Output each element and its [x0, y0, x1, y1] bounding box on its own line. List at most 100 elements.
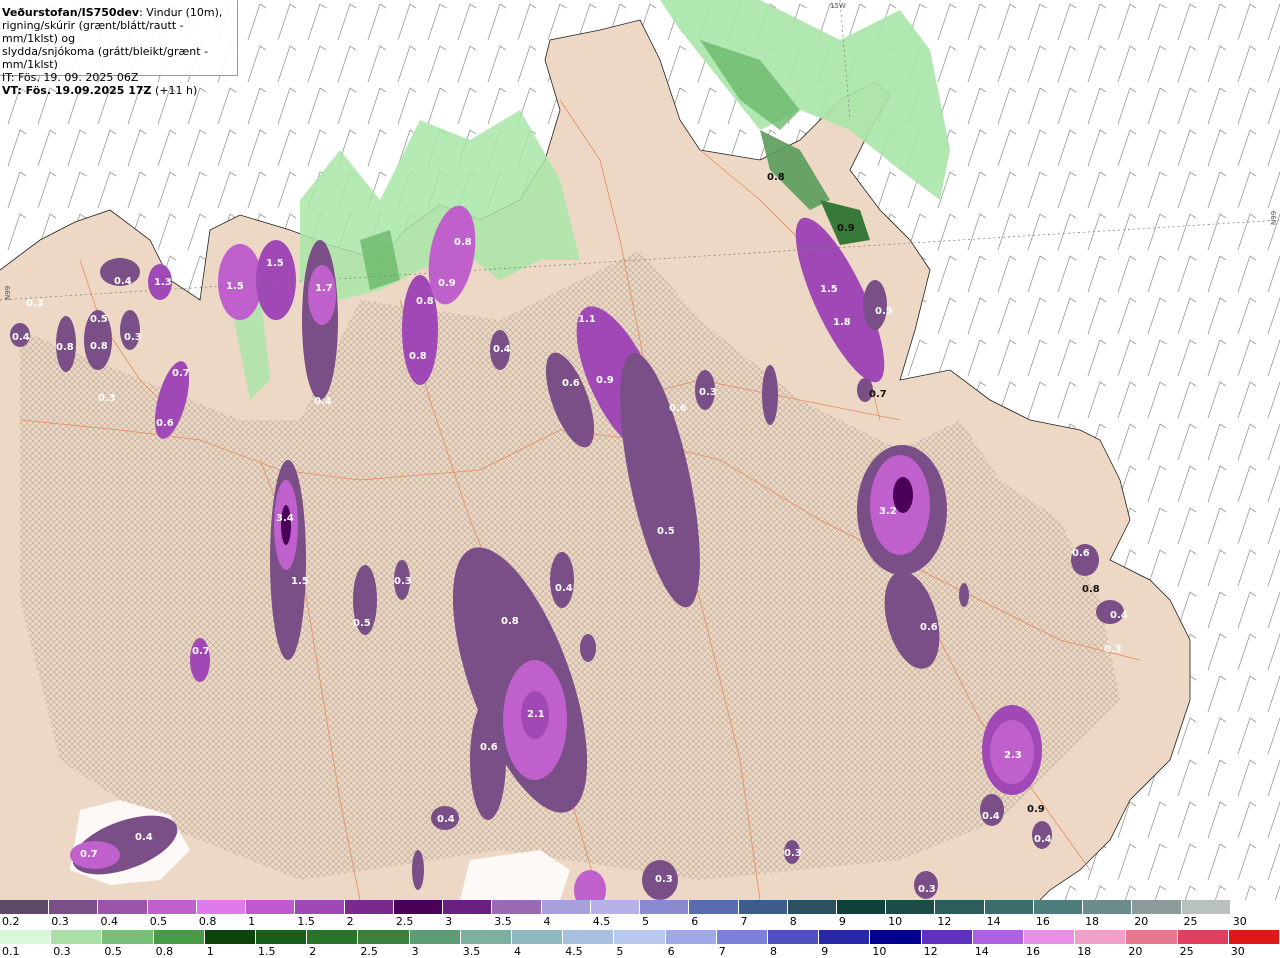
snow-legend-label: 5 [642, 915, 649, 928]
rain-legend-swatch [307, 930, 359, 944]
info-line-1: Veðurstofan/IS750dev: Vindur (10m), [2, 6, 237, 19]
value-label: 0.3 [98, 393, 116, 404]
rain-legend-label: 14 [974, 945, 989, 958]
snow-legend-swatch [689, 900, 739, 914]
rain-legend-swatch [51, 930, 103, 944]
rain-legend-swatch [563, 930, 615, 944]
value-label: 0.5 [353, 618, 371, 629]
snow-legend-label: 14 [986, 915, 1001, 928]
weather-map[interactable]: 15W N99 N99 0.4 1.3 0.5 0.4 0.8 0.3 0.8 … [0, 0, 1280, 900]
rain-legend-label: 1.5 [258, 945, 276, 958]
value-label: 0.8 [416, 296, 434, 307]
rain-legend-swatch [358, 930, 410, 944]
value-label: 0.5 [90, 314, 108, 325]
value-label: 0.6 [480, 742, 498, 753]
value-label: 0.9 [438, 278, 456, 289]
rain-legend-label: 2 [309, 945, 317, 958]
snow-legend-label: 9 [838, 915, 846, 928]
snow-legend-label: 20 [1134, 915, 1149, 928]
value-label: 0.4 [555, 583, 573, 594]
value-label: 0.3 [26, 298, 44, 309]
rain-legend: 0.1 0.3 0.5 0.8 1 1.5 2 2.5 3 3.5 4 4.5 5 6 7 8 9 10 12 14 1… [0, 930, 1280, 958]
rain-legend-swatch [972, 930, 1025, 944]
rain-legend-label: 9 [821, 945, 829, 958]
snow-legend: 0.2 0.3 0.4 0.5 0.8 1 1.5 2 2.5 3 3.5 4 4.5 5 6 7 8 9 10 12… [0, 900, 1280, 928]
value-label: 0.9 [596, 375, 614, 386]
rain-legend-label: 4.5 [565, 945, 583, 958]
rain-legend-label: 3.5 [462, 945, 481, 958]
rain-legend-swatch [102, 930, 154, 944]
init-time: IT: Fös. 19. 09. 2025 06Z [2, 71, 139, 84]
description-3: slydda/snjókoma (grátt/bleikt/grænt - mm… [2, 45, 209, 71]
rain-legend-label: 0.3 [53, 945, 71, 958]
valid-time: VT: Fös. 19.09.2025 17Z [2, 84, 152, 97]
rain-legend-label: 3 [411, 945, 419, 958]
rain-legend-label: 5 [616, 945, 624, 958]
value-label: 0.6 [1072, 548, 1090, 559]
snow-legend-label: 3.5 [494, 915, 512, 928]
value-label: 0.7 [869, 389, 887, 400]
value-label: 0.7 [80, 849, 98, 860]
snow-legend-swatch [541, 900, 591, 914]
rain-legend-swatch [1024, 930, 1076, 944]
snow-legend-label: 18 [1085, 915, 1100, 928]
snow-legend-label: 4 [543, 915, 551, 928]
value-label: 0.4 [493, 344, 511, 355]
value-label: 0.4 [437, 814, 455, 825]
value-label: 1.8 [833, 317, 851, 328]
snow-legend-label: 0.2 [2, 915, 20, 928]
grid-label-right: N99 [1270, 211, 1278, 225]
rain-legend-swatches [0, 930, 1280, 944]
snow-legend-label: 0.4 [100, 915, 118, 928]
value-label: 1.5 [266, 258, 284, 269]
value-label: 0.8 [56, 342, 74, 353]
rain-legend-swatch [409, 930, 461, 944]
snow-legend-label: 0.5 [149, 915, 168, 928]
snow-legend-swatch [0, 900, 50, 914]
rain-legend-swatch [819, 930, 871, 944]
value-label: 0.8 [501, 616, 519, 627]
snow-legend-swatch [1132, 900, 1182, 914]
rain-legend-swatch [460, 930, 513, 944]
snow-legend-swatch [196, 900, 247, 914]
value-label: 3.2 [879, 506, 897, 517]
grid-label-left: N99 [4, 286, 12, 300]
value-label: 0.3 [124, 332, 142, 343]
snow-legend-label: 10 [888, 915, 903, 928]
value-label: 1.1 [578, 314, 596, 325]
value-label: 0.8 [90, 341, 108, 352]
rain-legend-swatch [1228, 930, 1280, 944]
rain-legend-label: 6 [667, 945, 675, 958]
snow-legend-swatch [640, 900, 690, 914]
snow-legend-swatch [246, 900, 296, 914]
snow-legend-swatch [836, 900, 887, 914]
snow-legend-label: 6 [691, 915, 699, 928]
forecast-offset: (+11 h) [151, 84, 198, 97]
rain-legend-swatch [665, 930, 717, 944]
value-label: 0.6 [562, 378, 580, 389]
snow-legend-swatch [443, 900, 493, 914]
value-label: 0.5 [657, 526, 675, 537]
rain-legend-label: 4 [514, 945, 521, 958]
source-name: Veðurstofan/IS750dev [2, 6, 140, 19]
description-2: rigning/skúrir (grænt/blátt/rautt - mm/1… [2, 19, 184, 45]
description-1: : Vindur (10m), [139, 6, 223, 19]
grid-label-top: 15W [830, 2, 846, 10]
rain-legend-swatch [153, 930, 205, 944]
value-label: 0.4 [1110, 610, 1128, 621]
rain-legend-label: 2.5 [360, 945, 378, 958]
rain-legend-label: 1 [206, 945, 214, 958]
value-label: 1.5 [820, 284, 838, 295]
snow-legend-swatches [0, 900, 1280, 914]
snow-legend-label: 1.5 [297, 915, 315, 928]
rain-legend-swatch [921, 930, 973, 944]
snow-legend-label: 2 [346, 915, 354, 928]
value-label: 1.7 [315, 283, 333, 294]
snow-legend-swatch [49, 900, 99, 914]
snow-legend-label: 12 [937, 915, 952, 928]
rain-legend-swatch [204, 930, 257, 944]
snow-legend-label: 8 [789, 915, 797, 928]
value-label: 0.6 [669, 403, 687, 414]
value-label: 1.5 [291, 576, 309, 587]
rain-legend-labels: 0.1 0.3 0.5 0.8 1 1.5 2 2.5 3 3.5 4 4.5 5 6 7 8 9 10 12 14 1… [0, 945, 1280, 958]
